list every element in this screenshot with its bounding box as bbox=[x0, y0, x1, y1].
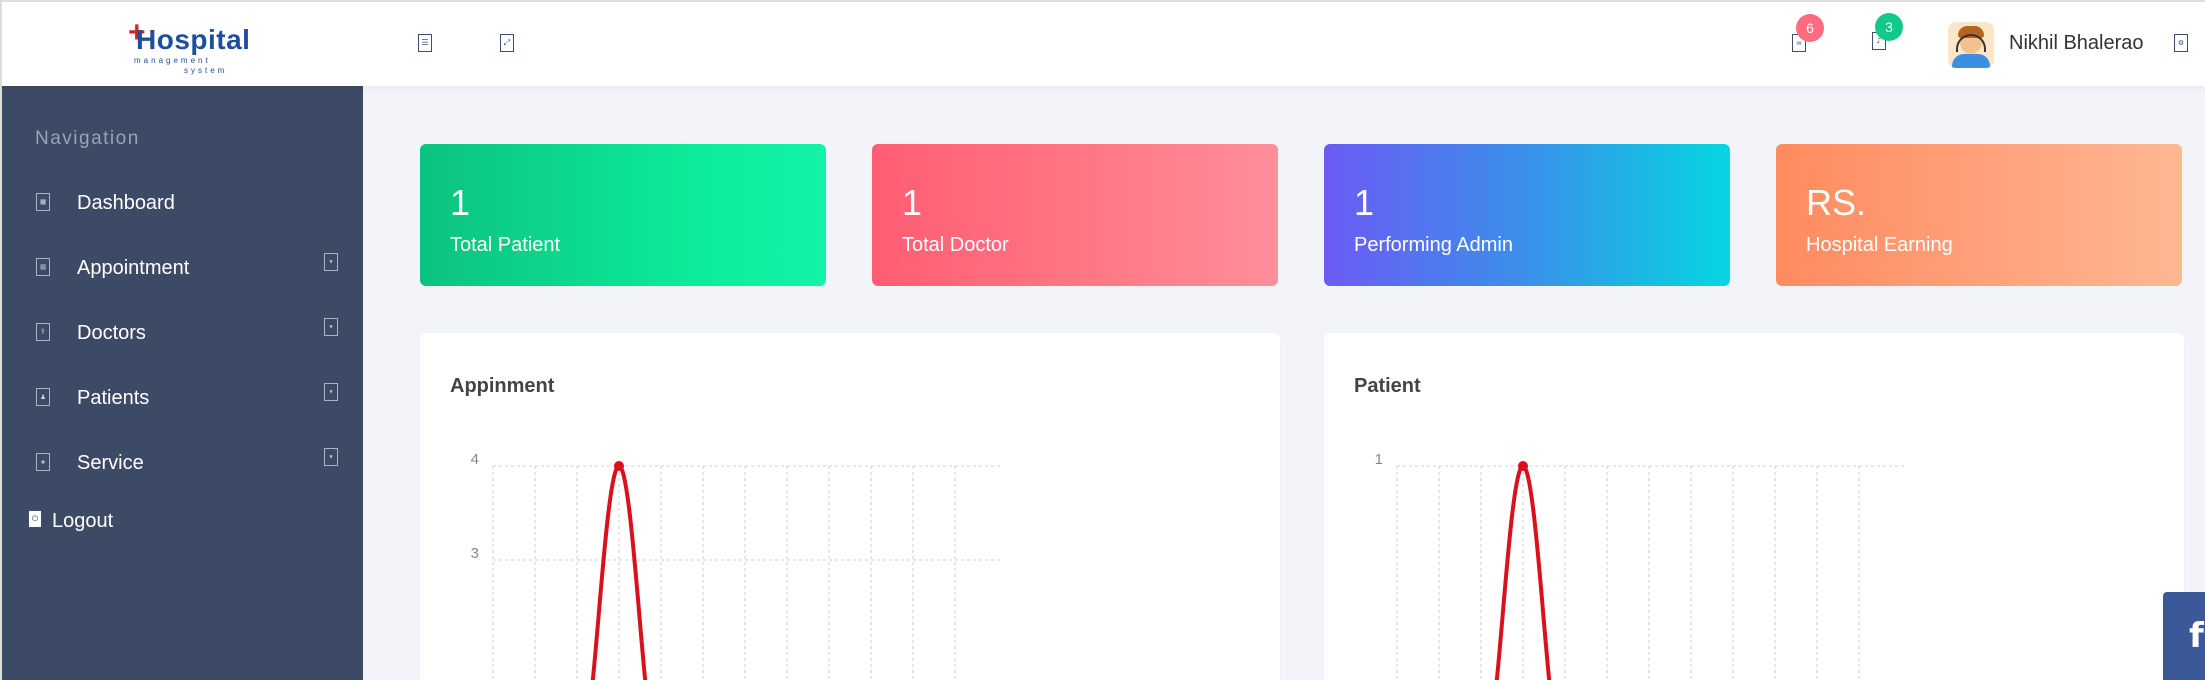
settings-icon[interactable]: ⚙ bbox=[2174, 34, 2188, 52]
logo-word: Hospital bbox=[136, 24, 251, 55]
chevron-down-icon: ▾ bbox=[324, 383, 338, 401]
avatar[interactable] bbox=[1948, 22, 1994, 68]
hospital-logo[interactable]: + Hospital management system bbox=[128, 18, 250, 78]
patient-icon: ♟ bbox=[36, 388, 50, 406]
sidebar-item-service[interactable]: ✚ Service ▾ bbox=[2, 438, 365, 488]
stat-label: Total Patient bbox=[450, 234, 561, 256]
sidebar-item-appointment[interactable]: ▤ Appointment ▾ bbox=[2, 243, 365, 293]
user-name[interactable]: Nikhil Bhalerao bbox=[2009, 32, 2144, 55]
sidebar-item-label: Appointment bbox=[77, 257, 190, 279]
sidebar-item-patients[interactable]: ♟ Patients ▾ bbox=[2, 373, 365, 423]
patient-chart: 1 bbox=[1375, 451, 1907, 680]
patient-chart-panel: Patient 1 bbox=[1324, 333, 2184, 680]
stat-card-total-doctor[interactable]: 1 Total Doctor bbox=[872, 144, 1278, 286]
stat-value: 1 bbox=[1354, 182, 1375, 223]
sidebar-item-dashboard[interactable]: ▦ Dashboard bbox=[2, 178, 365, 228]
logo-subtitle-2: system bbox=[184, 66, 228, 75]
chevron-down-icon: ▾ bbox=[324, 448, 338, 466]
top-header: + Hospital management system ☰ ⤢ ✉ 6 ♪ 3… bbox=[0, 0, 2205, 86]
logout-link[interactable]: Logout bbox=[52, 510, 113, 533]
sidebar-item-label: Patients bbox=[77, 387, 150, 409]
stat-value: 1 bbox=[902, 182, 923, 223]
dashboard-icon: ▦ bbox=[36, 193, 50, 211]
stat-card-total-patient[interactable]: 1 Total Patient bbox=[420, 144, 826, 286]
stat-card-hospital-earning[interactable]: RS. Hospital Earning bbox=[1776, 144, 2182, 286]
facebook-icon: f bbox=[2189, 616, 2204, 656]
appointment-chart: 43 bbox=[471, 451, 1003, 680]
logo-subtitle-1: management bbox=[134, 56, 211, 65]
sidebar: Navigation ▦ Dashboard ▤ Appointment ▾ ⚕… bbox=[0, 86, 363, 680]
chevron-down-icon: ▾ bbox=[324, 253, 338, 271]
fullscreen-icon[interactable]: ⤢ bbox=[500, 34, 514, 52]
doctor-icon: ⚕ bbox=[36, 323, 50, 341]
stat-label: Total Doctor bbox=[902, 234, 1009, 256]
menu-icon[interactable]: ☰ bbox=[418, 34, 432, 52]
stat-label: Hospital Earning bbox=[1806, 234, 1953, 256]
logout-icon[interactable]: ⏻ bbox=[28, 510, 42, 528]
y-tick-label: 1 bbox=[1375, 451, 1383, 468]
appointment-chart-panel: Appinment 43 bbox=[420, 333, 1280, 680]
sidebar-item-label: Doctors bbox=[77, 322, 146, 344]
y-tick-label: 3 bbox=[471, 545, 479, 562]
chevron-down-icon: ▾ bbox=[324, 318, 338, 336]
messages-badge: 6 bbox=[1796, 14, 1824, 42]
sidebar-item-label: Dashboard bbox=[77, 192, 175, 214]
sidebar-item-doctors[interactable]: ⚕ Doctors ▾ bbox=[2, 308, 365, 358]
y-tick-label: 4 bbox=[471, 451, 479, 468]
nav-title: Navigation bbox=[35, 128, 140, 149]
facebook-share-tab[interactable]: f bbox=[2163, 592, 2205, 680]
stat-label: Performing Admin bbox=[1354, 234, 1513, 256]
service-icon: ✚ bbox=[36, 453, 50, 471]
stat-card-performing-admin[interactable]: 1 Performing Admin bbox=[1324, 144, 1730, 286]
data-point bbox=[1518, 461, 1528, 471]
notifications-badge: 3 bbox=[1875, 13, 1903, 41]
stat-value: 1 bbox=[450, 182, 471, 223]
data-point bbox=[614, 461, 624, 471]
sidebar-item-label: Service bbox=[77, 452, 144, 474]
appointment-icon: ▤ bbox=[36, 258, 50, 276]
stat-value: RS. bbox=[1806, 182, 1867, 223]
